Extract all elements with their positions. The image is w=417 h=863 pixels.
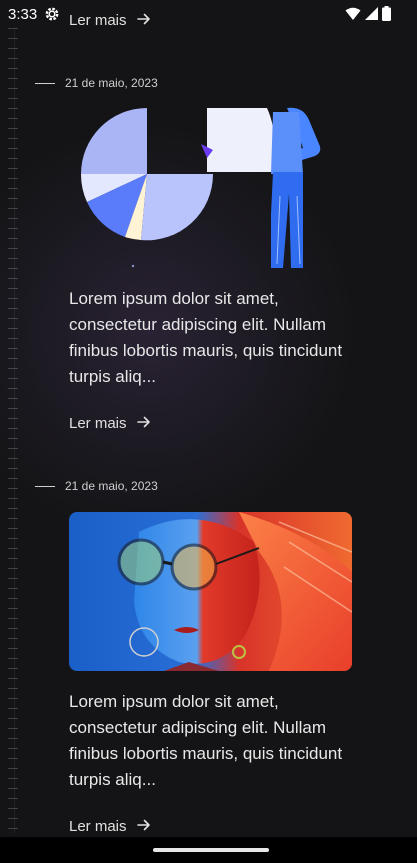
post-excerpt: Lorem ipsum dolor sit amet, consectetur … [69, 692, 343, 789]
post-excerpt: Lorem ipsum dolor sit amet, consectetur … [69, 289, 343, 386]
arrow-right-icon [136, 415, 151, 432]
system-navigation-bar [0, 837, 417, 863]
battery-icon [382, 6, 391, 26]
signal-icon [365, 7, 378, 25]
screen: 3:33 Ler mais 21 de maio, 2023 Lorem ips… [0, 0, 417, 863]
post-image-illustration[interactable] [67, 104, 329, 274]
timeline-ruler [8, 28, 18, 833]
arrow-right-icon [136, 818, 151, 835]
gear-icon [44, 6, 60, 27]
post-date-label: 21 de maio, 2023 [65, 479, 158, 493]
status-bar: 3:33 [0, 0, 417, 28]
date-dash [35, 82, 55, 84]
read-more-link[interactable]: Ler mais [69, 415, 151, 432]
post-date: 21 de maio, 2023 [35, 76, 158, 90]
post-image-photo[interactable] [69, 512, 352, 671]
read-more-link[interactable]: Ler mais [69, 818, 151, 835]
post-date: 21 de maio, 2023 [35, 479, 158, 493]
home-gesture-handle[interactable] [153, 848, 269, 852]
date-dash [35, 485, 55, 487]
post-date-label: 21 de maio, 2023 [65, 76, 158, 90]
read-more-label: Ler mais [69, 818, 127, 835]
read-more-label: Ler mais [69, 415, 127, 432]
wifi-icon [345, 7, 361, 26]
status-time: 3:33 [8, 6, 38, 23]
